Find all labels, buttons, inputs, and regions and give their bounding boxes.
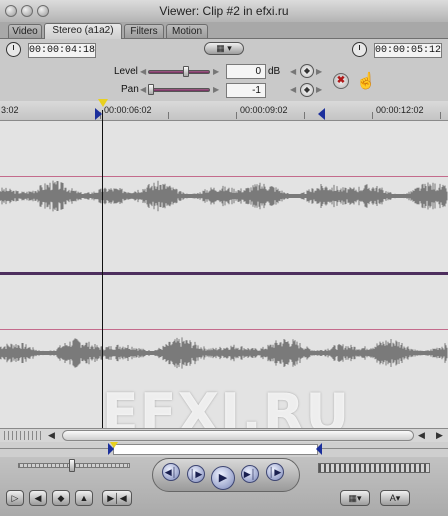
level-slider-thumb[interactable]: [182, 66, 189, 77]
waveform-path: [0, 180, 448, 212]
ruler-label: 00:00:09:02: [240, 105, 288, 115]
window-title: Viewer: Clip #2 in efxi.ru: [159, 4, 289, 18]
transport-controls: ◀│ │▶ ▶ ▶│ │▶ ▷ ◀ ◆ ▲ ▶│◀ ▦▾ A▾: [0, 457, 448, 516]
ruler-label: 00:00:12:02: [376, 105, 424, 115]
title-bar: Viewer: Clip #2 in efxi.ru: [0, 0, 448, 23]
reset-button[interactable]: ✖: [333, 73, 349, 89]
level-unit: dB: [268, 66, 281, 77]
grid-icon: ▦: [216, 43, 225, 53]
level-increase-icon[interactable]: ▶: [213, 67, 219, 76]
level-label: Level: [114, 66, 138, 77]
playhead-line: [102, 110, 103, 428]
match-frame-button[interactable]: ▷: [6, 490, 24, 506]
zoom-slider[interactable]: [4, 431, 44, 440]
mark-in-out-button[interactable]: ▶│◀: [102, 490, 132, 506]
scroll-right-icon[interactable]: ◀: [418, 430, 425, 441]
pan-slider[interactable]: [148, 88, 210, 92]
add-marker-button[interactable]: ▲: [75, 490, 93, 506]
scroll-left-icon[interactable]: ◀: [48, 430, 55, 441]
waveform-channel-2[interactable]: [0, 275, 448, 428]
x-icon: ✖: [336, 75, 346, 86]
duration-timecode[interactable]: 00:00:04:18: [28, 43, 96, 58]
pan-slider-thumb[interactable]: [148, 84, 154, 95]
pan-prev-keyframe-icon[interactable]: ◀: [290, 85, 296, 94]
go-to-next-edit-button[interactable]: │▶: [266, 463, 284, 481]
playhead-handle[interactable]: [98, 99, 108, 107]
out-point-marker[interactable]: [318, 108, 325, 120]
level-value-field[interactable]: 0: [226, 64, 266, 79]
chevron-down-icon: ▾: [227, 43, 232, 53]
level-slider[interactable]: [148, 70, 210, 74]
play-around-button[interactable]: ▶│: [241, 465, 259, 483]
audio-controls-header: 00:00:04:18 ▦ ▾ 00:00:05:12 Level ◀ ▶ 0 …: [0, 39, 448, 102]
scrub-playhead[interactable]: [110, 442, 118, 448]
add-keyframe-button[interactable]: ◆: [52, 490, 70, 506]
scrub-out-marker[interactable]: [316, 443, 322, 455]
current-time-clock-icon: [352, 42, 367, 57]
timeline-ruler[interactable]: 3:02 00:00:06:02 00:00:09:02 00:00:12:02: [0, 99, 448, 121]
ruler-label: 00:00:06:02: [104, 105, 152, 115]
tab-filters[interactable]: Filters: [124, 24, 164, 38]
level-decrease-icon[interactable]: ◀: [140, 67, 146, 76]
level-keyframe-button[interactable]: ◆: [300, 64, 314, 78]
level-prev-keyframe-icon[interactable]: ◀: [290, 67, 296, 76]
shuttle-thumb[interactable]: [68, 459, 75, 472]
waveform-channel-1[interactable]: [0, 121, 448, 272]
scrubber-bar[interactable]: [0, 442, 448, 457]
waveform-path: [0, 337, 448, 369]
scroll-thumb[interactable]: [62, 430, 414, 441]
in-out-range: [113, 444, 318, 455]
pan-increase-icon[interactable]: ▶: [213, 85, 219, 94]
tab-motion[interactable]: Motion: [166, 24, 208, 38]
jog-control[interactable]: [318, 463, 430, 473]
pan-keyframe-button[interactable]: ◆: [300, 83, 314, 97]
tab-video[interactable]: Video: [8, 24, 42, 38]
pan-decrease-icon[interactable]: ◀: [140, 85, 146, 94]
go-to-prev-edit-button[interactable]: ◀│: [162, 463, 180, 481]
pan-value-field[interactable]: -1: [226, 83, 266, 98]
tab-bar: Video Stereo (a1a2) Filters Motion: [0, 22, 448, 39]
tab-stereo[interactable]: Stereo (a1a2): [44, 23, 122, 39]
level-next-keyframe-icon[interactable]: ▶: [316, 67, 322, 76]
view-menu-button[interactable]: ▦ ▾: [204, 42, 244, 55]
scroll-right-end-icon[interactable]: ▶: [436, 430, 443, 441]
play-in-to-out-button[interactable]: │▶: [187, 465, 205, 483]
in-point-marker[interactable]: [95, 108, 102, 120]
pan-next-keyframe-icon[interactable]: ▶: [316, 85, 322, 94]
current-timecode[interactable]: 00:00:05:12: [374, 43, 442, 58]
duration-clock-icon: [6, 42, 21, 57]
generator-menu[interactable]: A▾: [380, 490, 410, 506]
ruler-label: 3:02: [1, 105, 19, 115]
play-button[interactable]: ▶: [211, 466, 235, 490]
drag-hand-icon[interactable]: ☝: [356, 71, 376, 91]
waveform: [0, 180, 448, 212]
waveform: [0, 337, 448, 369]
mark-in-button[interactable]: ◀: [29, 490, 47, 506]
pan-label: Pan: [121, 84, 139, 95]
recent-clips-menu[interactable]: ▦▾: [340, 490, 370, 506]
